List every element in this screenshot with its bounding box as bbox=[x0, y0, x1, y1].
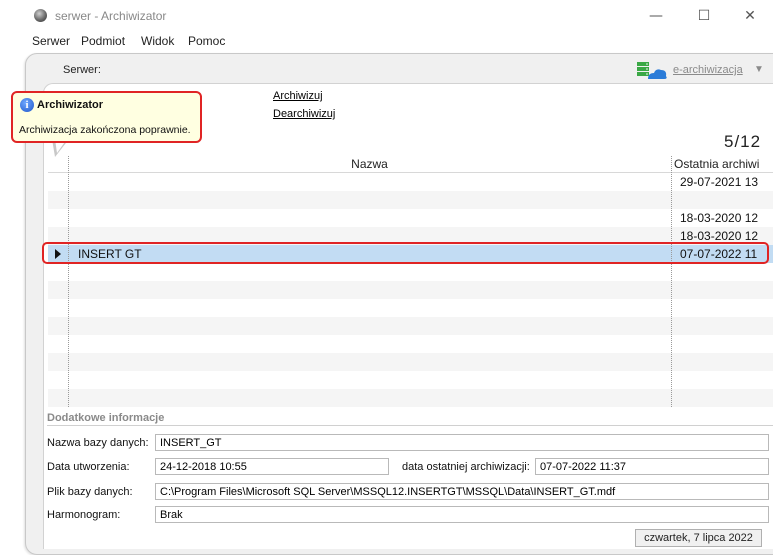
table-row-empty bbox=[48, 371, 773, 389]
cloud-server-icon[interactable] bbox=[636, 61, 668, 81]
maximize-button[interactable]: ☐ bbox=[681, 5, 727, 27]
menu-bar: Serwer Podmiot Widok Pomoc bbox=[0, 33, 773, 52]
e-archiwizacja-link[interactable]: e-archiwizacja bbox=[673, 64, 743, 76]
schedule-field[interactable]: Brak bbox=[155, 506, 769, 523]
last-archive-label: data ostatniej archiwizacji: bbox=[402, 461, 530, 473]
record-counter: 5/12 bbox=[724, 132, 762, 151]
created-label: Data utworzenia: bbox=[47, 461, 130, 473]
title-bar: serwer - Archiwizator — ☐ ✕ bbox=[0, 0, 773, 33]
grid-header: Nazwa Ostatnia archiwi bbox=[48, 156, 773, 173]
row-date: 18-03-2020 12 bbox=[680, 229, 759, 243]
dearchiwizuj-link[interactable]: Dearchiwizuj bbox=[273, 108, 335, 120]
row-date: 18-03-2020 12 bbox=[680, 211, 759, 225]
db-name-field[interactable]: INSERT_GT bbox=[155, 434, 769, 451]
row-date: 29-07-2021 13 bbox=[680, 175, 759, 189]
info-icon: i bbox=[20, 98, 34, 112]
divider bbox=[47, 425, 773, 426]
app-icon bbox=[34, 9, 47, 22]
file-field[interactable]: C:\Program Files\Microsoft SQL Server\MS… bbox=[155, 483, 769, 500]
notification-balloon[interactable]: i Archiwizator Archiwizacja zakończona p… bbox=[11, 91, 202, 143]
table-row[interactable]: 29-07-2021 13 bbox=[48, 173, 773, 191]
selected-row-highlight bbox=[42, 242, 769, 264]
table-row-empty bbox=[48, 299, 773, 317]
menu-pomoc[interactable]: Pomoc bbox=[188, 34, 225, 48]
column-divider bbox=[671, 156, 672, 407]
schedule-label: Harmonogram: bbox=[47, 509, 121, 521]
table-row-empty bbox=[48, 263, 773, 281]
table-row-empty bbox=[48, 317, 773, 335]
created-field[interactable]: 24-12-2018 10:55 bbox=[155, 458, 389, 475]
table-row-empty bbox=[48, 353, 773, 371]
balloon-message: Archiwizacja zakończona poprawnie. bbox=[19, 124, 191, 136]
database-grid: Nazwa Ostatnia archiwi 29-07-2021 13 18-… bbox=[48, 156, 773, 407]
menu-widok[interactable]: Widok bbox=[141, 34, 174, 48]
column-header-ostatnia-archiwizacja[interactable]: Ostatnia archiwi bbox=[674, 157, 759, 171]
table-row[interactable]: 18-03-2020 12 bbox=[48, 209, 773, 227]
column-header-nazwa[interactable]: Nazwa bbox=[69, 157, 670, 171]
table-row-empty bbox=[48, 389, 773, 407]
menu-podmiot[interactable]: Podmiot bbox=[81, 34, 125, 48]
details-section-title: Dodatkowe informacje bbox=[47, 412, 165, 424]
db-name-label: Nazwa bazy danych: bbox=[47, 437, 149, 449]
table-row[interactable] bbox=[48, 191, 773, 209]
column-divider bbox=[68, 156, 69, 407]
minimize-button[interactable]: — bbox=[633, 5, 679, 27]
balloon-title: Archiwizator bbox=[37, 99, 104, 111]
last-archive-field[interactable]: 07-07-2022 11:37 bbox=[535, 458, 769, 475]
close-button[interactable]: ✕ bbox=[727, 5, 773, 27]
archiwizuj-link[interactable]: Archiwizuj bbox=[273, 90, 323, 102]
file-label: Plik bazy danych: bbox=[47, 486, 133, 498]
serwer-label: Serwer: bbox=[63, 64, 101, 76]
table-row-empty bbox=[48, 335, 773, 353]
menu-serwer[interactable]: Serwer bbox=[32, 34, 70, 48]
status-date: czwartek, 7 lipca 2022 bbox=[635, 529, 762, 547]
table-row-empty bbox=[48, 281, 773, 299]
window-title: serwer - Archiwizator bbox=[55, 9, 167, 23]
chevron-down-icon[interactable]: ▼ bbox=[754, 64, 764, 75]
